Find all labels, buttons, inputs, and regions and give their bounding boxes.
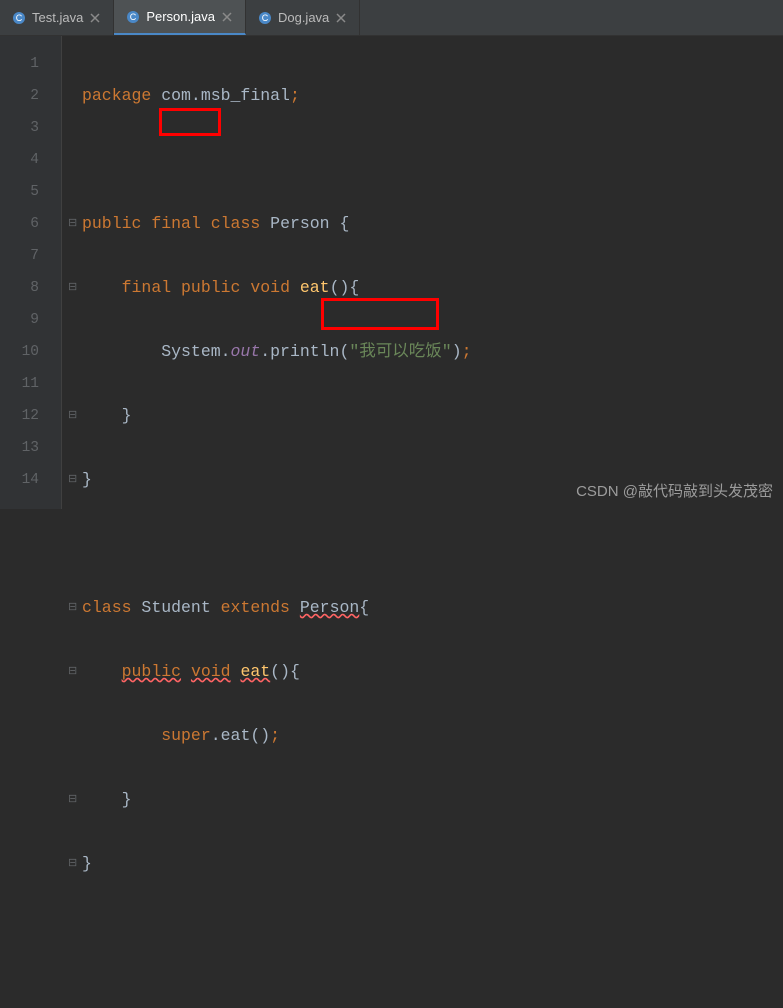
fold-icon[interactable]: ⊟ (68, 592, 77, 624)
fold-icon[interactable]: ⊟ (68, 656, 77, 688)
line-number: 3 (0, 112, 61, 144)
fold-icon[interactable]: ⊟ (68, 464, 77, 496)
line-number: 8 (0, 272, 61, 304)
java-class-icon: C (126, 10, 140, 24)
fold-icon[interactable]: ⊟ (68, 848, 77, 880)
line-number: 11 (0, 368, 61, 400)
editor[interactable]: 1 2 3 4 5 6 7 8 9 10 11 12 13 14 package… (0, 36, 783, 509)
line-number: 6 (0, 208, 61, 240)
tab-dog-java[interactable]: C Dog.java (246, 0, 360, 35)
svg-text:C: C (16, 13, 23, 23)
line-number: 13 (0, 432, 61, 464)
svg-text:C: C (130, 12, 137, 22)
code-area[interactable]: package com.msb_final; ⊟public final cla… (62, 36, 783, 509)
tab-bar: C Test.java C Person.java C Dog.java (0, 0, 783, 36)
java-class-icon: C (258, 11, 272, 25)
line-number: 10 (0, 336, 61, 368)
fold-icon[interactable]: ⊟ (68, 784, 77, 816)
tab-label: Test.java (32, 10, 83, 25)
line-number: 1 (0, 48, 61, 80)
close-icon[interactable] (335, 12, 347, 24)
line-number: 5 (0, 176, 61, 208)
java-class-icon: C (12, 11, 26, 25)
fold-icon[interactable]: ⊟ (68, 400, 77, 432)
close-icon[interactable] (221, 11, 233, 23)
tab-person-java[interactable]: C Person.java (114, 0, 246, 35)
line-number: 14 (0, 464, 61, 496)
tab-test-java[interactable]: C Test.java (0, 0, 114, 35)
line-number: 7 (0, 240, 61, 272)
line-number: 12 (0, 400, 61, 432)
fold-icon[interactable]: ⊟ (68, 272, 77, 304)
tab-label: Person.java (146, 9, 215, 24)
fold-icon[interactable]: ⊟ (68, 208, 77, 240)
svg-text:C: C (262, 13, 269, 23)
line-number: 9 (0, 304, 61, 336)
line-gutter: 1 2 3 4 5 6 7 8 9 10 11 12 13 14 (0, 36, 62, 509)
tab-label: Dog.java (278, 10, 329, 25)
line-number: 2 (0, 80, 61, 112)
close-icon[interactable] (89, 12, 101, 24)
line-number: 4 (0, 144, 61, 176)
